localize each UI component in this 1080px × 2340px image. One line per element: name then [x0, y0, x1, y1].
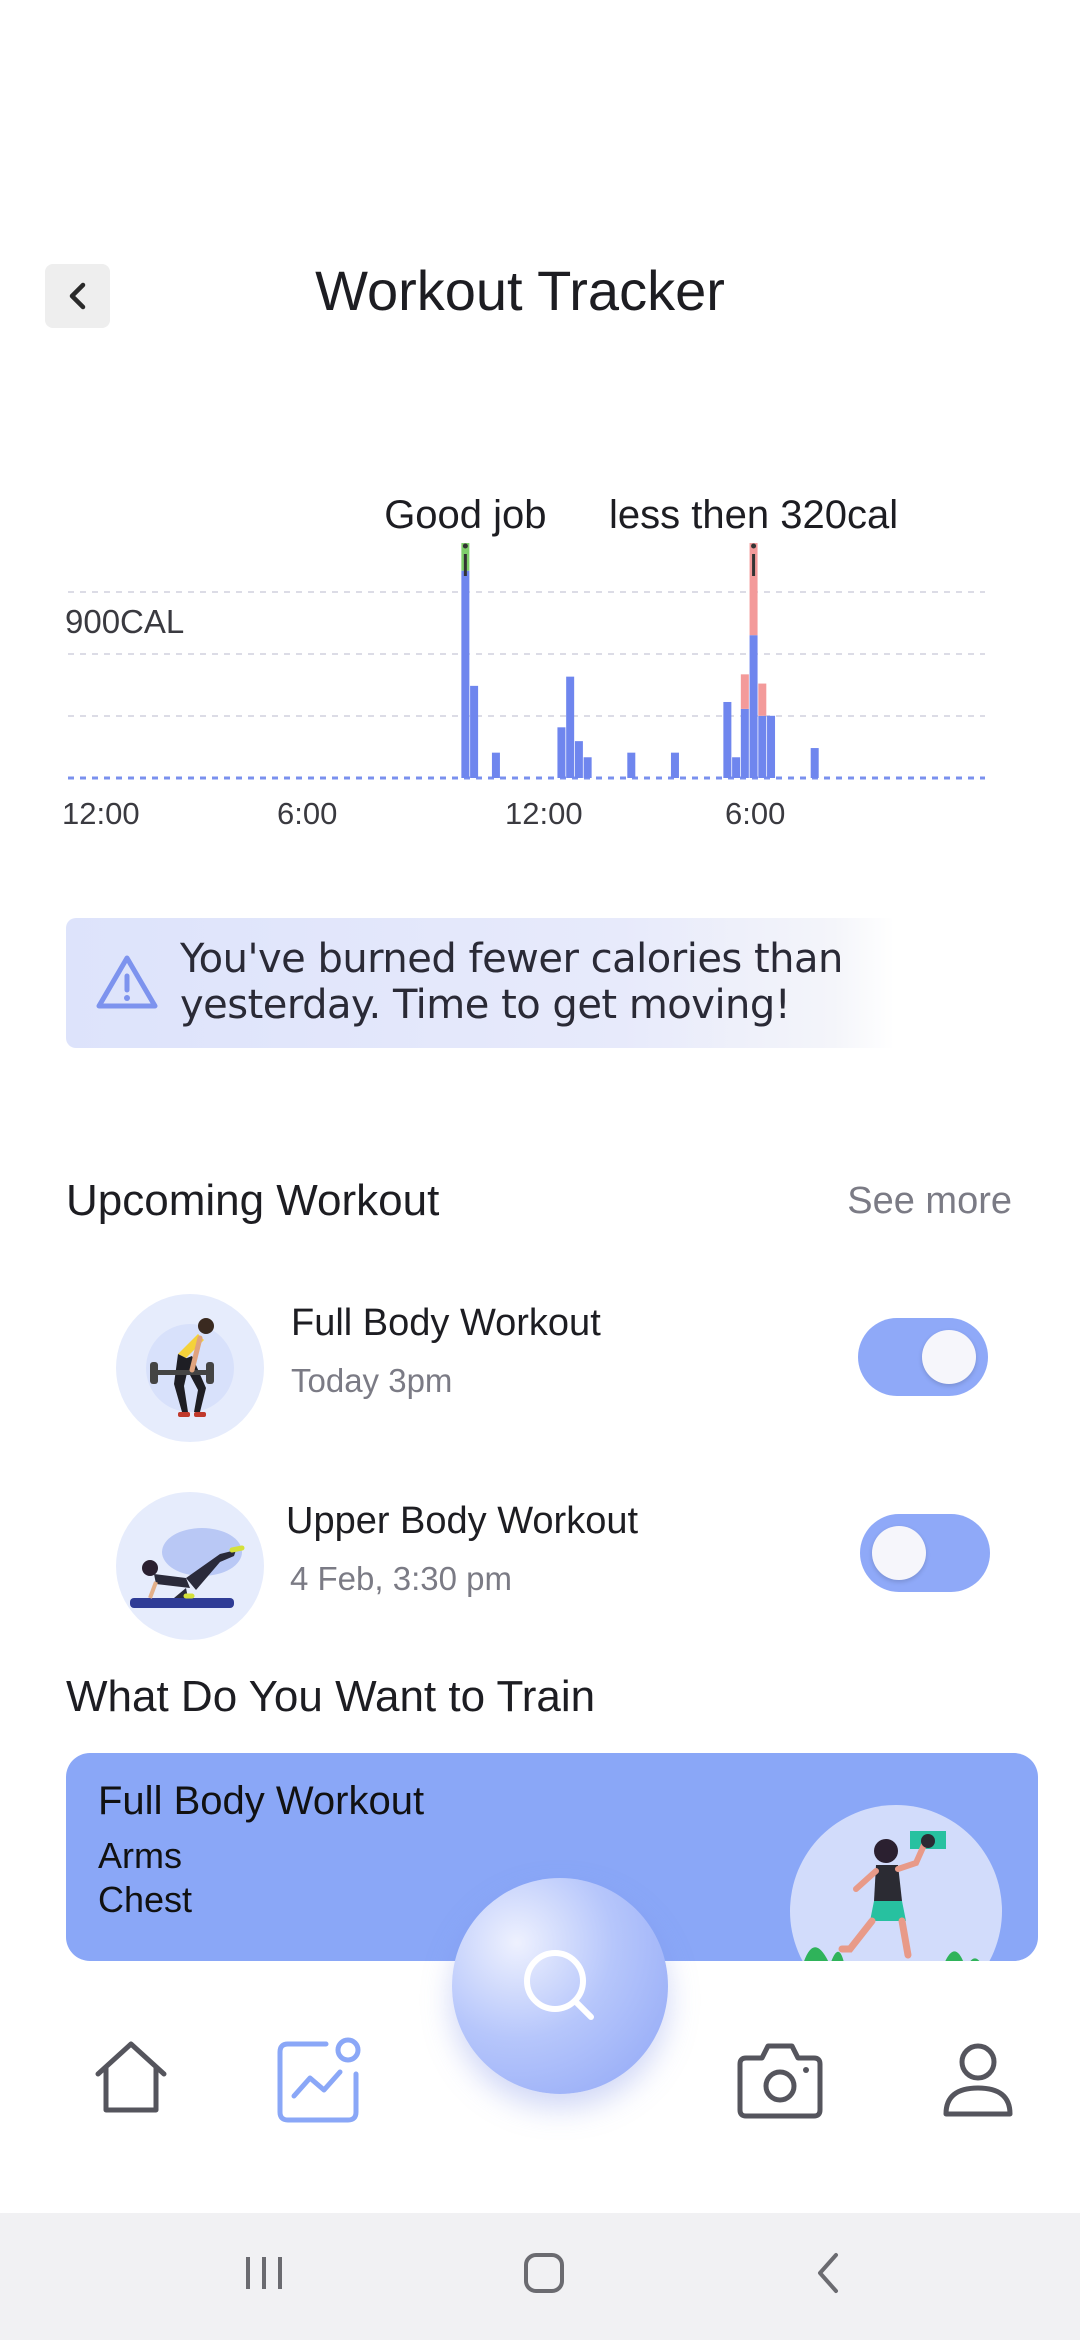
search-icon — [524, 1950, 594, 2020]
chart-bar — [627, 752, 636, 778]
chart-bar — [670, 752, 679, 778]
chart-bar — [758, 715, 767, 778]
annotation-dot — [751, 543, 757, 549]
x-tick-label: 12:00 — [505, 796, 583, 831]
workout-time: 4 Feb, 3:30 pm — [290, 1560, 512, 1597]
chart-bar — [491, 752, 500, 778]
chart-bar — [767, 715, 776, 778]
workout-avatar — [116, 1492, 264, 1640]
workout-item-full-body[interactable]: Full Body Workout Today 3pm — [0, 1294, 1080, 1444]
train-card-title: Full Body Workout — [98, 1779, 425, 1823]
back-nav-icon[interactable] — [808, 2243, 848, 2303]
chart-bar — [566, 676, 575, 778]
camera-icon[interactable] — [736, 2040, 824, 2120]
workout-name: Full Body Workout — [291, 1302, 601, 1344]
chart-bar — [583, 757, 592, 778]
chart-bar — [470, 685, 479, 778]
annotation-label: Good job — [384, 493, 546, 537]
yoga-illustration — [130, 1528, 245, 1608]
upcoming-workout-title: Upcoming Workout — [66, 1176, 440, 1225]
workout-avatar — [116, 1294, 264, 1442]
y-tick-label: 900CAL — [65, 603, 184, 640]
page-title: Workout Tracker — [315, 259, 725, 322]
calorie-alert-banner: You've burned fewer calories than yester… — [66, 918, 1076, 1048]
system-navigation-bar — [0, 2213, 1080, 2340]
workout-time: Today 3pm — [291, 1362, 453, 1399]
chart-bar — [574, 741, 583, 778]
workout-item-upper-body[interactable]: Upper Body Workout 4 Feb, 3:30 pm — [0, 1492, 1080, 1642]
home-icon[interactable] — [90, 2036, 172, 2118]
chart-bar — [557, 727, 566, 778]
calorie-chart: 900CAL 12:00 6:00 12:00 6:00 Good job less the… — [62, 493, 985, 831]
train-card-arms: Arms — [98, 1835, 182, 1876]
activity-chart-icon[interactable] — [274, 2036, 364, 2126]
annotation-label: less then 320cal — [609, 493, 898, 537]
annotation-dot — [462, 543, 468, 549]
workout-toggle-on[interactable] — [858, 1318, 988, 1396]
x-tick-label: 6:00 — [725, 796, 785, 831]
train-card-chest: Chest — [98, 1879, 193, 1920]
see-more-link[interactable]: See more — [847, 1180, 1012, 1223]
warning-triangle-icon — [96, 955, 158, 1009]
search-button[interactable] — [452, 1878, 668, 2094]
chart-bar — [723, 701, 732, 778]
chart-bar — [461, 570, 470, 778]
recent-apps-icon[interactable] — [240, 2243, 290, 2303]
train-illustration — [790, 1805, 1002, 1961]
alert-message: You've burned fewer calories than yester… — [180, 936, 843, 1028]
workout-name: Upper Body Workout — [286, 1500, 639, 1542]
chart-bar — [810, 748, 819, 778]
chart-bar — [740, 708, 749, 778]
train-section-title: What Do You Want to Train — [66, 1672, 596, 1721]
x-tick-label: 12:00 — [62, 796, 140, 831]
chart-bar-top — [740, 674, 749, 709]
profile-icon[interactable] — [940, 2040, 1016, 2120]
chart-bar — [732, 757, 741, 778]
home-button-icon[interactable] — [520, 2243, 570, 2303]
chart-bar — [749, 635, 758, 778]
x-tick-label: 6:00 — [277, 796, 337, 831]
chart-bar-top — [758, 683, 767, 716]
weightlifter-illustration — [146, 1318, 234, 1417]
workout-toggle-off[interactable] — [860, 1514, 990, 1592]
